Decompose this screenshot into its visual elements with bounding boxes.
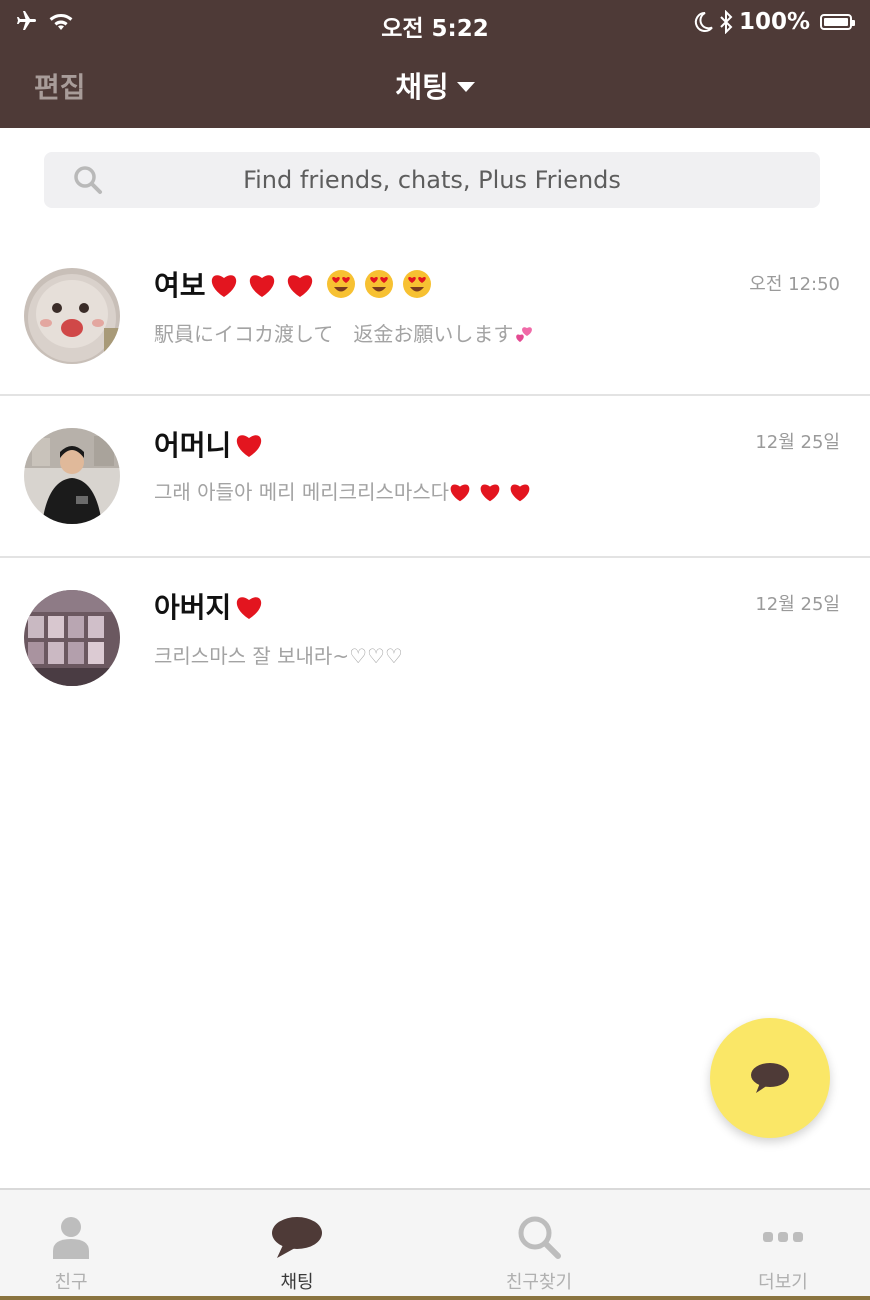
chat-time: 12월 25일 (755, 594, 840, 615)
tab-label: 채팅 (280, 1272, 314, 1293)
new-chat-button[interactable] (710, 1018, 830, 1138)
bottom-edge-strip (0, 1296, 870, 1300)
tab-more[interactable]: 더보기 (708, 1190, 858, 1300)
tab-icon-wrap (222, 1214, 372, 1260)
tab-chats[interactable]: 채팅 (222, 1190, 372, 1300)
bluetooth-icon (720, 10, 733, 34)
status-bar: 오전 5:22 100% (0, 0, 870, 44)
heart-eyes-emoji (402, 270, 431, 298)
tab-label: 친구 (54, 1272, 88, 1293)
red-heart-emoji (237, 597, 262, 619)
battery-icon (820, 14, 855, 30)
chat-name-row: 여보 (154, 264, 432, 304)
more-icon (763, 1232, 803, 1242)
red-heart-emoji (211, 275, 236, 297)
avatar-character-image (24, 268, 120, 364)
chat-preview-row: 駅員にイコカ渡して 返金お願いします (154, 318, 535, 347)
chat-preview-row: 그래 아들아 메리 메리크리스마스다 (154, 476, 531, 505)
chat-row-eomeoni[interactable]: 어머니 그래 아들아 메리 메리크리스마스다 12월 25일 (0, 396, 870, 558)
tab-icon-wrap (0, 1214, 146, 1260)
avatar (24, 590, 120, 686)
chat-time: 오전 12:50 (749, 274, 840, 295)
nav-bar: 편집 채팅 (0, 44, 870, 128)
tab-bar: 친구 채팅 친구찾기 더보기 (0, 1188, 870, 1300)
tab-label: 친구찾기 (505, 1272, 573, 1293)
chat-name: 어머니 (154, 429, 232, 462)
moon-icon (694, 11, 713, 32)
chat-preview: 그래 아들아 메리 메리크리스마스다 (154, 480, 450, 504)
avatar-photo-image (24, 428, 120, 524)
chat-bubble-icon (751, 1063, 789, 1093)
chat-name-row: 어머니 (154, 424, 263, 464)
red-heart-emoji (237, 435, 262, 457)
red-heart-emoji (249, 275, 274, 297)
chat-preview: 駅員にイコカ渡して 返金お願いします (154, 322, 514, 346)
tab-friends[interactable]: 친구 (0, 1190, 146, 1300)
heart-eyes-emoji (326, 270, 355, 298)
tab-icon-wrap (708, 1214, 858, 1260)
chat-bubble-icon (272, 1217, 322, 1258)
chat-row-yeobo[interactable]: 여보 駅員にイコカ渡して 返金お願いします 오전 12:50 (0, 234, 870, 396)
search-placeholder: Find friends, chats, Plus Friends (243, 166, 621, 194)
red-heart-emoji (480, 484, 500, 502)
red-heart-emoji (510, 484, 530, 502)
tab-label: 더보기 (758, 1272, 808, 1293)
battery-percent: 100% (738, 9, 810, 35)
status-right: 100% (693, 9, 855, 35)
chat-name-row: 아버지 (154, 586, 263, 626)
chat-name: 아버지 (154, 591, 232, 624)
avatar-photo-image (24, 590, 120, 686)
chat-time: 12월 25일 (755, 432, 840, 453)
two-hearts-emoji (516, 327, 533, 342)
tab-find-friends[interactable]: 친구찾기 (464, 1190, 614, 1300)
red-heart-emoji (450, 484, 470, 502)
chat-name: 여보 (154, 269, 206, 302)
tab-icon-wrap (464, 1214, 614, 1260)
caret-down-icon (456, 82, 475, 92)
search-icon (518, 1216, 561, 1259)
chat-list-screen: 오전 5:22 100% 편집 채팅 Find friends, chats, … (0, 0, 870, 1300)
avatar (24, 428, 120, 524)
red-heart-emoji (287, 275, 312, 297)
search-input[interactable]: Find friends, chats, Plus Friends (44, 152, 820, 208)
chat-preview: 크리스마스 잘 보내라~♡♡♡ (154, 644, 403, 668)
avatar (24, 268, 120, 364)
page-title: 채팅 (395, 70, 449, 104)
heart-eyes-emoji (364, 270, 393, 298)
chat-row-abeoji[interactable]: 아버지 크리스마스 잘 보내라~♡♡♡ 12월 25일 (0, 558, 870, 720)
person-icon (53, 1217, 89, 1259)
chat-title-dropdown[interactable]: 채팅 (0, 64, 870, 106)
